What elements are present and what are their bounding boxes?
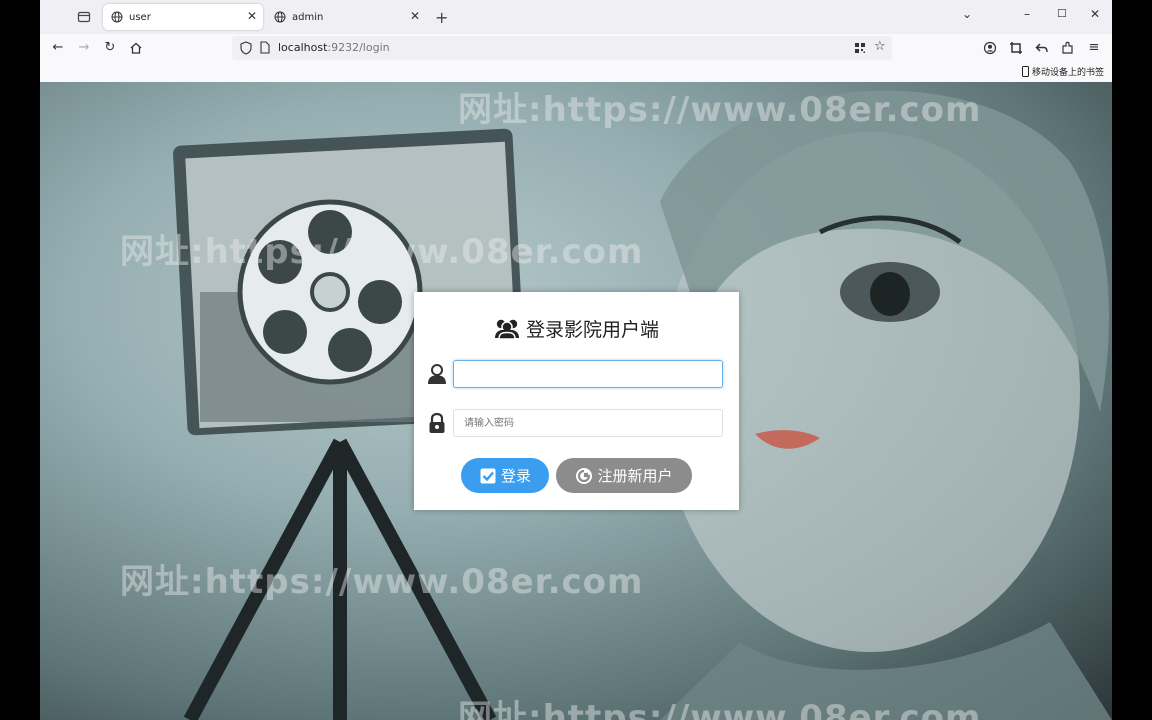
crop-icon[interactable] <box>1008 40 1024 56</box>
undo-icon[interactable] <box>1034 40 1050 56</box>
mobile-bookmarks-folder[interactable]: 移动设备上的书签 <box>1021 65 1104 78</box>
menu-icon[interactable]: ≡ <box>1086 40 1102 56</box>
login-title-text: 登录影院用户端 <box>525 319 659 341</box>
login-title: 登录影院用户端 <box>414 315 739 342</box>
reload-icon[interactable]: ↻ <box>102 40 118 56</box>
tab-list-icon[interactable] <box>76 9 92 25</box>
account-icon[interactable] <box>982 40 998 56</box>
minimize-icon[interactable]: – <box>1024 7 1030 21</box>
globe-icon <box>111 11 123 23</box>
qr-code-icon[interactable] <box>854 42 866 54</box>
watermark-text: 网址:https://www.08er.com <box>120 562 644 602</box>
watermark-text: 网址:https://www.08er.com <box>458 698 982 720</box>
shield-icon[interactable] <box>240 41 252 55</box>
navigation-bar: ← → ↻ localhost:9232/login ☆ ≡ <box>40 34 1112 62</box>
extensions-icon[interactable] <box>1060 40 1076 56</box>
page-icon[interactable] <box>260 41 270 54</box>
url-text: localhost:9232/login <box>278 41 390 54</box>
close-tab-icon[interactable]: ✕ <box>410 9 420 23</box>
login-page: 网址:https://www.08er.com 网址:https://www.0… <box>40 82 1112 720</box>
maximize-icon[interactable]: ☐ <box>1057 7 1067 20</box>
register-button[interactable]: 注册新用户 <box>556 458 692 493</box>
register-icon <box>576 467 593 484</box>
login-button-label: 登录 <box>500 467 531 485</box>
bookmark-star-icon[interactable]: ☆ <box>874 39 886 54</box>
password-field[interactable] <box>453 409 723 437</box>
users-icon <box>494 319 519 339</box>
register-button-label: 注册新用户 <box>597 467 673 485</box>
check-square-icon <box>480 468 496 483</box>
url-host: localhost <box>278 41 328 54</box>
tab-strip: user ✕ admin ✕ + ⌄ – ☐ ✕ <box>40 0 1112 34</box>
mobile-device-icon <box>1021 66 1029 77</box>
home-icon[interactable] <box>128 40 144 56</box>
mobile-bookmarks-label: 移动设备上的书签 <box>1031 68 1104 78</box>
tab-admin[interactable]: admin ✕ <box>266 4 426 30</box>
login-card: 登录影院用户端 登录 注册新用户 <box>414 292 739 510</box>
watermark-text: 网址:https://www.08er.com <box>120 232 644 272</box>
new-tab-icon[interactable]: + <box>435 8 448 27</box>
tab-label: admin <box>292 11 324 23</box>
username-field[interactable] <box>453 360 723 388</box>
close-tab-icon[interactable]: ✕ <box>247 9 257 23</box>
browser-window: user ✕ admin ✕ + ⌄ – ☐ ✕ ← → ↻ localhost… <box>40 0 1112 720</box>
tab-label: user <box>129 11 151 23</box>
url-path: :9232/login <box>327 41 390 54</box>
globe-icon <box>274 11 286 23</box>
chevron-down-icon[interactable]: ⌄ <box>962 7 972 21</box>
bookmarks-bar: 移动设备上的书签 <box>40 62 1112 82</box>
address-bar[interactable]: localhost:9232/login ☆ <box>232 36 892 60</box>
forward-icon[interactable]: → <box>76 40 92 56</box>
window-close-icon[interactable]: ✕ <box>1090 7 1100 21</box>
login-button[interactable]: 登录 <box>461 458 549 493</box>
watermark-text: 网址:https://www.08er.com <box>458 90 982 130</box>
back-icon[interactable]: ← <box>50 40 66 56</box>
tab-user[interactable]: user ✕ <box>103 4 263 30</box>
lock-icon <box>429 412 445 433</box>
user-icon <box>428 364 446 384</box>
